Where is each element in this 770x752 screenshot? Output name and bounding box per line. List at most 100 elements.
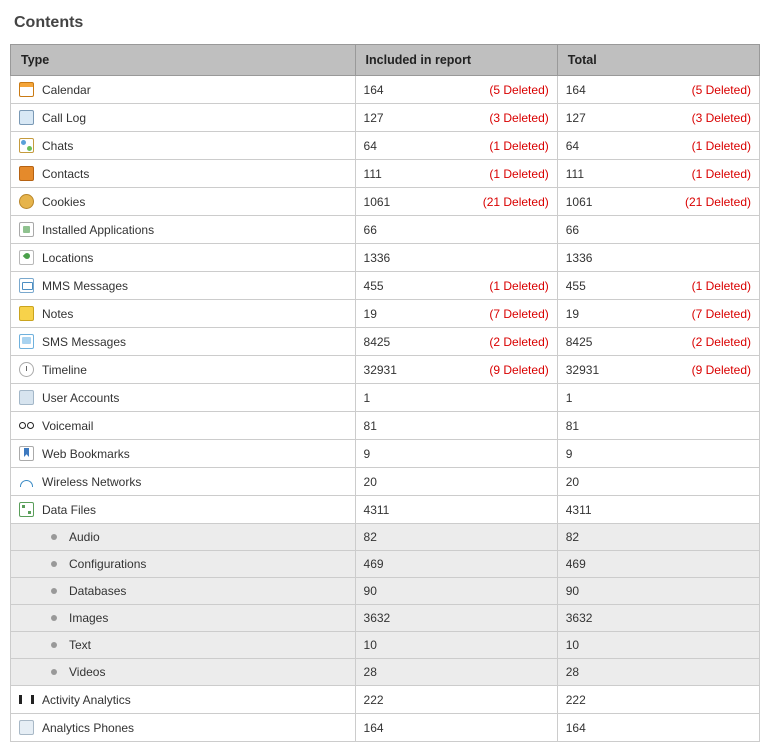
table-row[interactable]: Activity Analytics222222 <box>11 686 760 714</box>
bullet-icon <box>51 615 57 621</box>
row-label: Notes <box>42 307 73 321</box>
row-label: Calendar <box>42 83 91 97</box>
table-row[interactable]: Images36323632 <box>11 605 760 632</box>
row-label: Web Bookmarks <box>42 447 130 461</box>
total-cell: 8425(2 Deleted) <box>557 328 759 356</box>
deleted-badge: (5 Deleted) <box>692 83 751 97</box>
count-value: 81 <box>566 419 579 433</box>
row-label: Contacts <box>42 167 89 181</box>
table-row[interactable]: Voicemail8181 <box>11 412 760 440</box>
row-label: Call Log <box>42 111 86 125</box>
total-cell: 64(1 Deleted) <box>557 132 759 160</box>
deleted-badge: (2 Deleted) <box>692 335 751 349</box>
table-row[interactable]: MMS Messages455(1 Deleted)455(1 Deleted) <box>11 272 760 300</box>
count-value: 8425 <box>364 335 391 349</box>
included-cell: 469 <box>355 551 557 578</box>
table-row[interactable]: Wireless Networks2020 <box>11 468 760 496</box>
total-cell: 3632 <box>557 605 759 632</box>
row-label: Databases <box>69 584 126 598</box>
table-row[interactable]: SMS Messages8425(2 Deleted)8425(2 Delete… <box>11 328 760 356</box>
analytics-phones-icon <box>19 720 34 735</box>
count-value: 10 <box>566 638 579 652</box>
total-cell: 20 <box>557 468 759 496</box>
bullet-icon <box>51 588 57 594</box>
table-row[interactable]: Databases9090 <box>11 578 760 605</box>
count-value: 82 <box>566 530 579 544</box>
timeline-icon <box>19 362 34 377</box>
row-label: Audio <box>69 530 100 544</box>
row-label: Images <box>69 611 108 625</box>
table-header-row: Type Included in report Total <box>11 45 760 76</box>
bullet-icon <box>51 534 57 540</box>
total-cell: 111 (1 Deleted) <box>557 160 759 188</box>
deleted-badge: (3 Deleted) <box>692 111 751 125</box>
table-row[interactable]: Timeline32931(9 Deleted)32931(9 Deleted) <box>11 356 760 384</box>
deleted-badge: (5 Deleted) <box>489 83 548 97</box>
included-cell: 4311 <box>355 496 557 524</box>
count-value: 4311 <box>566 503 592 517</box>
count-value: 164 <box>566 721 586 735</box>
total-cell: 32931(9 Deleted) <box>557 356 759 384</box>
table-row[interactable]: Videos 2828 <box>11 659 760 686</box>
total-cell: 469 <box>557 551 759 578</box>
count-value: 111 <box>566 167 584 181</box>
count-value: 20 <box>364 475 377 489</box>
chats-icon <box>19 138 34 153</box>
table-row[interactable]: Locations 1336 1336 <box>11 244 760 272</box>
count-value: 82 <box>364 530 377 544</box>
count-value: 1336 <box>566 251 593 265</box>
included-cell: 19(7 Deleted) <box>355 300 557 328</box>
table-row[interactable]: Call Log127(3 Deleted)127(3 Deleted) <box>11 104 760 132</box>
table-row[interactable]: Notes 19(7 Deleted)19(7 Deleted) <box>11 300 760 328</box>
activity-analytics-icon <box>19 692 34 707</box>
table-row[interactable]: Cookies1061(21 Deleted)1061(21 Deleted) <box>11 188 760 216</box>
row-label: Videos <box>69 665 105 679</box>
count-value: 469 <box>566 557 586 571</box>
count-value: 20 <box>566 475 579 489</box>
col-header-included: Included in report <box>355 45 557 76</box>
notes-icon <box>19 306 34 321</box>
deleted-badge: (3 Deleted) <box>489 111 548 125</box>
included-cell: 28 <box>355 659 557 686</box>
table-row[interactable]: Configurations469469 <box>11 551 760 578</box>
total-cell: 455(1 Deleted) <box>557 272 759 300</box>
count-value: 164 <box>364 83 384 97</box>
voicemail-icon <box>19 418 34 433</box>
count-value: 4311 <box>364 503 390 517</box>
row-label: SMS Messages <box>42 335 126 349</box>
count-value: 1336 <box>364 251 391 265</box>
total-cell: 66 <box>557 216 759 244</box>
count-value: 1061 <box>566 195 593 209</box>
total-cell: 10 <box>557 632 759 659</box>
table-row[interactable]: Calendar164(5 Deleted)164(5 Deleted) <box>11 76 760 104</box>
table-row[interactable]: Installed Applications6666 <box>11 216 760 244</box>
table-row[interactable]: User Accounts11 <box>11 384 760 412</box>
row-label: Installed Applications <box>42 223 154 237</box>
row-label: Locations <box>42 251 93 265</box>
table-row[interactable]: Contacts111(1 Deleted)111(1 Deleted) <box>11 160 760 188</box>
total-cell: 28 <box>557 659 759 686</box>
table-row[interactable]: Analytics Phones164164 <box>11 714 760 742</box>
table-row[interactable]: Data Files43114311 <box>11 496 760 524</box>
sms-icon <box>19 334 34 349</box>
table-row[interactable]: Text1010 <box>11 632 760 659</box>
count-value: 81 <box>364 419 377 433</box>
row-label: Text <box>69 638 91 652</box>
included-cell: 20 <box>355 468 557 496</box>
table-row[interactable]: Audio 82 82 <box>11 524 760 551</box>
user-accounts-icon <box>19 390 34 405</box>
included-cell: 8425(2 Deleted) <box>355 328 557 356</box>
deleted-badge: (1 Deleted) <box>489 167 548 181</box>
included-cell: 164 <box>355 714 557 742</box>
total-cell: 19(7 Deleted) <box>557 300 759 328</box>
table-row[interactable]: Chats64(1 Deleted)64(1 Deleted) <box>11 132 760 160</box>
deleted-badge: (1 Deleted) <box>692 167 751 181</box>
table-row[interactable]: Web Bookmarks99 <box>11 440 760 468</box>
data-files-icon <box>19 502 34 517</box>
row-label: MMS Messages <box>42 279 128 293</box>
count-value: 64 <box>566 139 579 153</box>
count-value: 469 <box>364 557 384 571</box>
bullet-icon <box>51 561 57 567</box>
deleted-badge: (21 Deleted) <box>685 195 751 209</box>
total-cell: 1 <box>557 384 759 412</box>
